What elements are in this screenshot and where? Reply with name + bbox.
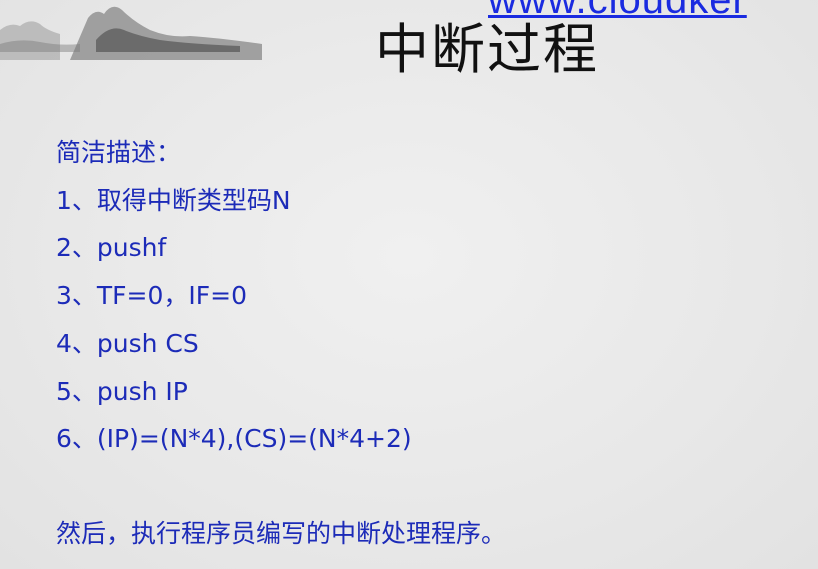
step-number: 3、 bbox=[56, 281, 97, 310]
step-2: 2、pushf bbox=[56, 232, 166, 264]
step-1: 1、取得中断类型码N bbox=[56, 185, 291, 217]
slide-title: 中断过程 bbox=[375, 18, 599, 81]
step-4: 4、push CS bbox=[56, 328, 199, 360]
step-6: 6、(IP)=(N*4),(CS)=(N*4+2) bbox=[56, 423, 412, 455]
step-text: push IP bbox=[96, 377, 188, 406]
slide: www.cloudker 中断过程 简洁描述： 1、取得中断类型码N 2、pus… bbox=[0, 0, 818, 569]
step-3: 3、TF=0，IF=0 bbox=[56, 280, 247, 312]
conclusion-text: 然后，执行程序员编写的中断处理程序。 bbox=[56, 519, 507, 548]
step-number: 1、 bbox=[56, 186, 97, 215]
intro-text: 简洁描述： bbox=[56, 138, 182, 167]
step-number: 5、 bbox=[56, 377, 97, 406]
step-5: 5、push IP bbox=[56, 376, 188, 408]
step-text: (IP)=(N*4),(CS)=(N*4+2) bbox=[96, 424, 412, 453]
step-number: 6、 bbox=[56, 424, 97, 453]
step-text: TF=0，IF=0 bbox=[96, 281, 248, 310]
ink-mountain-landscape bbox=[0, 6, 262, 60]
step-number: 4、 bbox=[56, 329, 97, 358]
step-text: pushf bbox=[96, 233, 167, 262]
step-number: 2、 bbox=[56, 233, 97, 262]
step-text: push CS bbox=[96, 329, 199, 358]
step-text: 取得中断类型码N bbox=[96, 186, 291, 215]
